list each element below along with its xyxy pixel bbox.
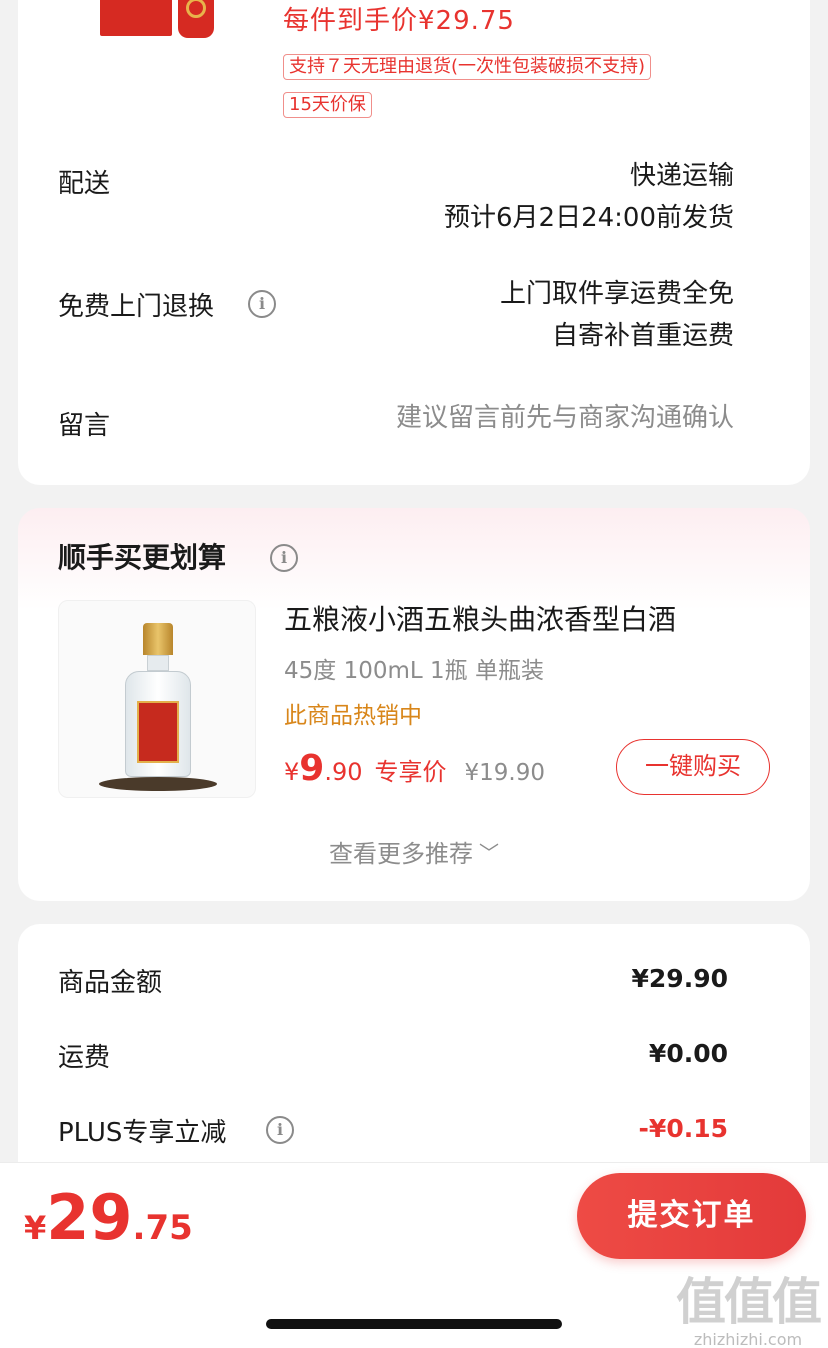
shipping-fee-label: 运费 bbox=[58, 1043, 111, 1073]
delivery-info[interactable]: 快递运输 预计6月2日24:00前发货 bbox=[444, 155, 734, 239]
order-info-card: 每件到手价¥29.75 支持７天无理由退货(一次性包装破损不支持) 15天价保 … bbox=[18, 0, 810, 485]
free-return-line1: 上门取件享运费全免 bbox=[499, 279, 734, 309]
gift-box-image bbox=[100, 0, 172, 36]
plus-discount-value: -¥0.15 bbox=[638, 1114, 728, 1143]
product-spec: 45度 100mL 1瓶 单瓶装 bbox=[284, 658, 544, 684]
delivery-label: 配送 bbox=[58, 169, 111, 199]
message-label: 留言 bbox=[58, 411, 111, 441]
free-return-info[interactable]: 上门取件享运费全免 自寄补首重运费 bbox=[500, 273, 734, 357]
watermark-logo: 值值值 bbox=[676, 1273, 822, 1331]
goods-amount-value: ¥29.90 bbox=[631, 964, 728, 993]
total-currency: ¥ bbox=[24, 1209, 47, 1247]
product-thumbnail[interactable] bbox=[100, 0, 232, 40]
bottle-cap bbox=[143, 623, 173, 655]
total-integer: 29 bbox=[46, 1181, 133, 1254]
submit-order-button[interactable]: 提交订单 bbox=[577, 1173, 806, 1259]
info-icon[interactable]: i bbox=[248, 290, 276, 318]
product-name[interactable]: 五粮液小酒五粮头曲浓香型白酒 bbox=[284, 598, 676, 638]
goods-amount-label: 商品金额 bbox=[58, 968, 163, 998]
recommend-title-text: 顺手买更划算 bbox=[58, 541, 227, 574]
recommend-title: 顺手买更划算 bbox=[58, 536, 226, 576]
one-click-buy-button[interactable]: 一键购买 bbox=[616, 739, 770, 795]
site-watermark: 值值值 zhizhizhi.com bbox=[676, 1262, 822, 1348]
info-icon[interactable]: i bbox=[270, 544, 298, 572]
plus-discount-label: PLUS专享立减 bbox=[58, 1118, 227, 1148]
bottle-label bbox=[137, 701, 179, 763]
product-image[interactable] bbox=[58, 600, 256, 798]
original-price: ¥19.90 bbox=[464, 760, 545, 786]
price-protection-tag: 15天价保 bbox=[283, 92, 372, 118]
price-currency: ¥ bbox=[284, 758, 300, 786]
product-hot-label: 此商品热销中 bbox=[284, 703, 422, 729]
info-icon[interactable]: i bbox=[266, 1116, 294, 1144]
message-input[interactable]: 建议留言前先与商家沟通确认 bbox=[396, 397, 734, 439]
free-return-label: 免费上门退换 bbox=[58, 292, 215, 322]
bottle-base bbox=[99, 777, 217, 791]
total-price: ¥29.75 bbox=[24, 1181, 193, 1254]
exclusive-price-label: 专享价 bbox=[374, 758, 447, 786]
total-decimal: .75 bbox=[132, 1208, 193, 1248]
price-integer: 9 bbox=[299, 748, 325, 789]
delivery-method: 快递运输 bbox=[629, 161, 734, 191]
delivery-estimate: 预计6月2日24:00前发货 bbox=[443, 203, 734, 233]
chevron-down-icon: ﹀ bbox=[479, 841, 499, 865]
more-recommendations-link[interactable]: 查看更多推荐 ﹀ bbox=[18, 834, 810, 869]
free-return-line2: 自寄补首重运费 bbox=[551, 321, 734, 351]
return-policy-tag: 支持７天无理由退货(一次性包装破损不支持) bbox=[283, 54, 652, 80]
product-price: ¥9.90 专享价 ¥19.90 bbox=[284, 748, 545, 789]
price-decimal: .90 bbox=[324, 758, 363, 786]
watermark-url: zhizhizhi.com bbox=[693, 1330, 803, 1348]
home-indicator[interactable] bbox=[266, 1319, 562, 1329]
bottle-neck bbox=[147, 655, 169, 671]
recommend-card: 顺手买更划算 i 五粮液小酒五粮头曲浓香型白酒 45度 100mL 1瓶 单瓶装… bbox=[18, 508, 810, 901]
shipping-fee-value: ¥0.00 bbox=[648, 1039, 728, 1068]
net-price-per-item: 每件到手价¥29.75 bbox=[283, 6, 515, 36]
more-recommendations-label: 查看更多推荐 bbox=[329, 840, 473, 868]
